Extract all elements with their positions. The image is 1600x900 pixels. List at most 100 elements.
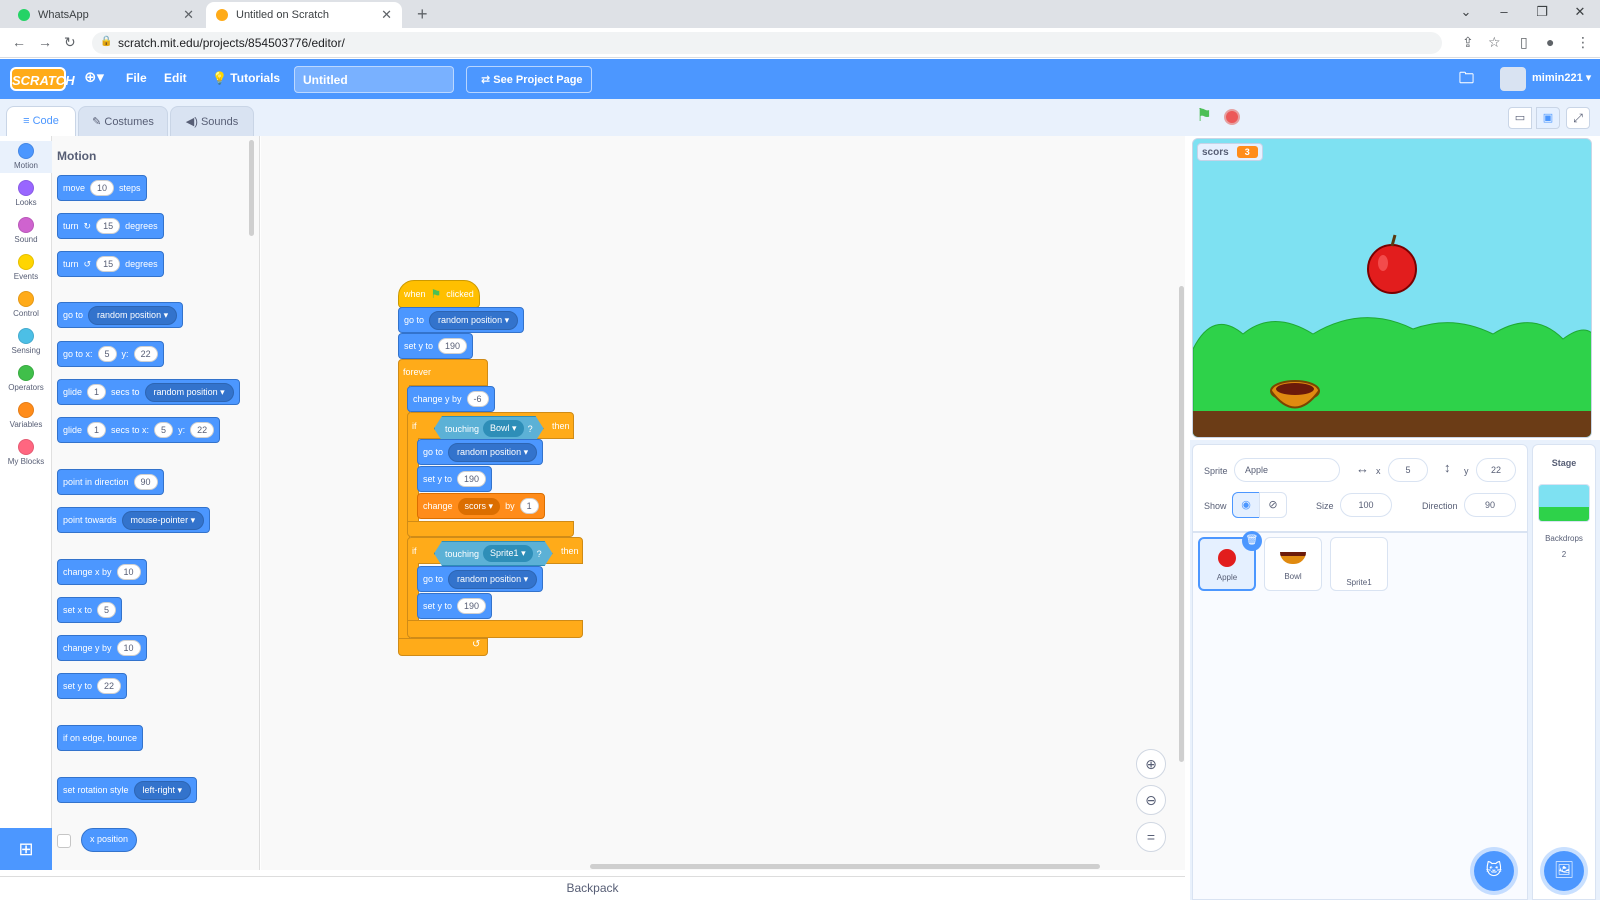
go-to-dropdown[interactable]: random position ▾ [448,569,538,589]
go-to-dropdown[interactable]: random position ▾ [429,310,519,330]
language-globe-icon[interactable]: ⊕▾ [84,68,104,86]
change-y-input[interactable]: -6 [466,391,489,407]
set-rotation-style-block[interactable]: set rotation style left-right ▾ [57,777,198,803]
category-variables[interactable]: Variables [0,402,52,429]
set-y-input[interactable]: 190 [457,598,487,614]
glide-dropdown[interactable]: random position ▾ [144,382,234,402]
workspace-horizontal-scrollbar[interactable] [590,864,1100,869]
choose-sprite-button[interactable]: 🐱 [1474,851,1514,891]
touching-dropdown[interactable]: Bowl ▾ [483,420,524,437]
go-to-block[interactable]: go to random position ▾ [57,302,184,328]
sprite-name-input[interactable]: Apple [1234,458,1340,482]
secs-input[interactable]: 1 [87,384,107,400]
touching-sprite1-condition[interactable]: touching Sprite1 ▾ ? [434,541,553,566]
category-operators[interactable]: Operators [0,365,52,392]
palette-scrollbar[interactable] [249,140,254,236]
tab-sounds[interactable]: ◀) Sounds [170,106,254,136]
zoom-in-button[interactable]: ⊕ [1136,749,1166,779]
set-y-block[interactable]: set y to 190 [417,466,493,492]
green-flag-icon[interactable]: ⚑ [1196,105,1212,126]
x-position-checkbox[interactable] [57,834,71,848]
turn-left-block[interactable]: turn ↺ 15 degrees [57,251,164,277]
see-project-page-button[interactable]: ⇄ See Project Page [466,66,592,93]
forward-icon[interactable]: → [38,34,52,50]
direction-input[interactable]: 90 [1464,493,1516,517]
browser-tab-whatsapp[interactable]: WhatsApp ✕ [8,2,204,28]
file-menu[interactable]: File [126,71,147,85]
change-variable-block[interactable]: change scors ▾ by 1 [417,493,545,519]
new-tab-icon[interactable]: + [417,4,428,25]
touching-bowl-condition[interactable]: touching Bowl ▾ ? [434,416,544,441]
category-events[interactable]: Events [0,254,52,281]
share-icon[interactable]: ⇪ [1462,34,1474,51]
x-position-reporter[interactable]: x position [81,828,138,852]
bookmark-star-icon[interactable]: ☆ [1488,34,1501,51]
degrees-input[interactable]: 15 [96,256,121,272]
turn-right-block[interactable]: turn ↻ 15 degrees [57,213,164,239]
close-tab-icon[interactable]: ✕ [183,7,194,23]
account-menu[interactable]: mimin221 ▾ [1532,71,1591,84]
tutorials-button[interactable]: 💡 Tutorials [212,71,280,85]
small-stage-icon[interactable]: ▭ [1508,107,1532,129]
set-y-block[interactable]: set y to 190 [417,593,493,619]
choose-backdrop-button[interactable]: 🖼 [1544,851,1584,891]
go-to-block[interactable]: go to random position ▾ [417,566,544,592]
set-x-input[interactable]: 5 [97,602,117,618]
category-control[interactable]: Control [0,291,52,318]
tab-search-icon[interactable]: ⌄ [1448,4,1484,20]
fullscreen-icon[interactable]: ⤢ [1566,107,1590,129]
point-towards-block[interactable]: point towards mouse-pointer ▾ [57,507,211,533]
go-to-xy-block[interactable]: go to x: 5 y: 22 [57,341,164,367]
steps-input[interactable]: 10 [90,180,115,196]
browser-menu-icon[interactable]: ⋮ [1576,34,1590,51]
when-flag-clicked-block[interactable]: when ⚑ clicked [398,280,480,308]
url-field[interactable]: scratch.mit.edu/projects/854503776/edito… [92,32,1442,54]
workspace-vertical-scrollbar[interactable] [1179,286,1184,762]
size-input[interactable]: 100 [1340,493,1392,517]
change-y-block[interactable]: change y by -6 [407,386,495,412]
normal-stage-icon[interactable]: ▣ [1536,107,1560,129]
minimize-icon[interactable]: – [1486,4,1522,19]
close-window-icon[interactable]: ✕ [1562,4,1598,20]
show-visible-icon[interactable]: ◉ [1232,492,1260,518]
x-input[interactable]: 5 [154,422,174,438]
avatar[interactable] [1500,67,1526,91]
scratch-logo[interactable]: SCRATCH [10,67,75,91]
y-input[interactable]: 22 [1476,458,1516,482]
set-y-block[interactable]: set y to 190 [398,333,474,359]
go-to-dropdown[interactable]: random position ▾ [88,305,178,325]
category-looks[interactable]: Looks [0,180,52,207]
x-input[interactable]: 5 [1388,458,1428,482]
secs-input[interactable]: 1 [87,422,107,438]
sprite-thumb-sprite1[interactable]: Sprite1 [1330,537,1388,591]
set-x-block[interactable]: set x to 5 [57,597,123,623]
glide-to-xy-block[interactable]: glide 1 secs to x: 5 y: 22 [57,417,221,443]
backpack-bar[interactable]: Backpack [0,876,1185,900]
y-input[interactable]: 22 [133,346,158,362]
direction-input[interactable]: 90 [133,474,158,490]
if-on-edge-bounce-block[interactable]: if on edge, bounce [57,725,144,751]
add-extension-button[interactable]: ⊞ [0,828,52,870]
stop-icon[interactable] [1224,109,1240,125]
change-y-input[interactable]: 10 [116,640,141,656]
zoom-reset-button[interactable]: = [1136,822,1166,852]
point-towards-dropdown[interactable]: mouse-pointer ▾ [121,510,205,530]
tab-costumes[interactable]: ✎ Costumes [78,106,168,136]
x-input[interactable]: 5 [97,346,117,362]
stage-canvas[interactable] [1192,138,1592,438]
side-panel-icon[interactable]: ▯ [1520,34,1528,51]
profile-icon[interactable]: ● [1546,34,1554,50]
edit-menu[interactable]: Edit [164,71,187,85]
go-to-block[interactable]: go to random position ▾ [398,307,525,333]
back-icon[interactable]: ← [12,34,26,50]
category-sound[interactable]: Sound [0,217,52,244]
close-tab-icon[interactable]: ✕ [381,7,392,23]
glide-to-block[interactable]: glide 1 secs to random position ▾ [57,379,240,405]
degrees-input[interactable]: 15 [96,218,121,234]
delete-sprite-icon[interactable]: 🗑 [1242,531,1262,551]
set-y-input[interactable]: 190 [438,338,468,354]
variable-monitor[interactable]: scors 3 [1197,143,1263,161]
set-y-block[interactable]: set y to 22 [57,673,128,699]
go-to-dropdown[interactable]: random position ▾ [448,442,538,462]
move-steps-block[interactable]: move 10 steps [57,175,147,201]
